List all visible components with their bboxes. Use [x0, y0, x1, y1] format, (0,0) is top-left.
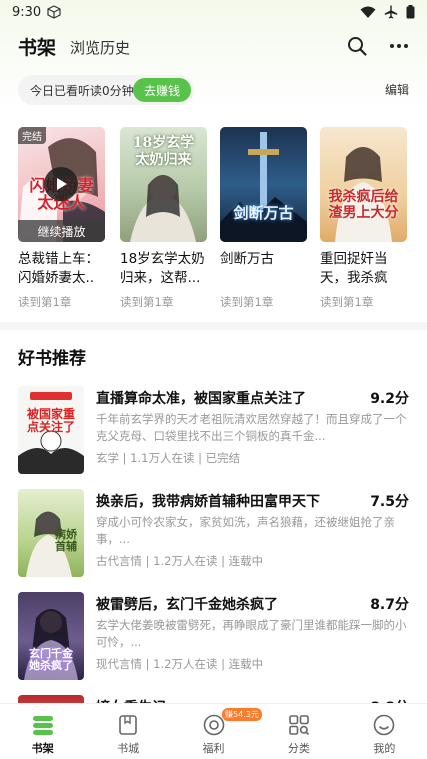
recommendation-item[interactable]: 病娇首辅 换亲后，我带病娇首辅种田富甲天下 7.5分 穿成小可怜农家女，家贫如洗… — [0, 489, 427, 579]
book-title: 剑断万古 — [220, 251, 274, 267]
shelf-book[interactable]: 闪婚娇妻太迷人 完结 继续播放 总裁错上车：闪婚娇妻太.. 读到第1章 — [18, 127, 105, 310]
book-cover[interactable]: 18岁玄学太奶归来 — [120, 127, 207, 242]
recommendation-item[interactable]: 玄门千金她杀疯了 被雷劈后，玄门千金她杀疯了 8.7分 玄学大佬姜晚被雷劈死，再… — [0, 592, 427, 682]
nav-item-category[interactable]: 分类 — [256, 704, 341, 759]
cover-title-art: 我杀疯后给渣男上大分 — [328, 189, 399, 221]
bookshelf-icon — [32, 716, 53, 735]
nav-label: 分类 — [287, 742, 310, 755]
book-description: 玄学大佬姜晚被雷劈死，再睁眼成了豪门里谁都能踩一脚的小可怜，... — [96, 618, 407, 649]
book-progress: 读到第1章 — [120, 295, 174, 309]
tab-browse-history[interactable]: 浏览历史 — [70, 37, 130, 58]
nav-label: 我的 — [373, 742, 396, 755]
book-cover[interactable]: 我杀疯后给渣男上大分 — [320, 127, 407, 242]
continue-playing-bar[interactable]: 继续播放 — [18, 220, 105, 242]
reading-time-text: 今日已看听读0分钟 — [30, 83, 134, 98]
search-icon[interactable] — [347, 36, 367, 56]
book-score: 7.5分 — [370, 494, 409, 510]
status-bar: 9:30 — [0, 0, 427, 24]
shelf-book[interactable]: 我杀疯后给渣男上大分 重回捉奸当天，我杀疯后... 读到第1章 — [320, 127, 407, 310]
bookshelf-row: 闪婚娇妻太迷人 完结 继续播放 总裁错上车：闪婚娇妻太.. 读到第1章 18岁玄… — [0, 127, 427, 317]
book-progress: 读到第1章 — [320, 295, 374, 309]
airplane-icon — [384, 5, 398, 19]
package-icon — [47, 5, 61, 19]
nav-item-welfare[interactable]: 赚54.3元 福利 — [171, 704, 262, 759]
header: 书架 浏览历史 — [0, 28, 427, 64]
book-cover[interactable]: 被国家重点关注了 — [18, 386, 84, 474]
book-title: 被雷劈后，玄门千金她杀疯了 — [96, 597, 278, 613]
book-score: 8.7分 — [370, 597, 409, 613]
book-cover[interactable]: 剑断万古 — [220, 127, 307, 242]
battery-icon — [406, 5, 415, 19]
more-icon[interactable] — [389, 43, 409, 49]
earn-money-button[interactable]: 去赚钱 — [133, 78, 191, 102]
nav-item-profile[interactable]: 我的 — [342, 704, 427, 759]
tab-bookshelf[interactable]: 书架 — [18, 33, 56, 60]
book-icon — [119, 715, 137, 735]
book-title: 重回捉奸当天，我杀疯后... — [320, 251, 388, 286]
book-meta: 现代言情 | 1.2万人在读 | 连载中 — [96, 657, 264, 671]
book-meta: 玄学 | 1.1万人在读 | 已完结 — [96, 451, 241, 465]
nav-item-bookshelf[interactable]: 书架 — [0, 704, 85, 759]
book-cover[interactable]: 病娇首辅 — [18, 489, 84, 577]
book-meta: 古代言情 | 1.2万人在读 | 连载中 — [96, 554, 264, 568]
book-title: 总裁错上车：闪婚娇妻太.. — [18, 251, 99, 286]
nav-item-bookstore[interactable]: 书城 — [85, 704, 170, 759]
book-description: 千年前玄学界的天才老祖阮清欢居然穿越了！而且穿成了一个克父克母、口袋里找不出三个… — [96, 412, 407, 443]
cover-art — [335, 147, 392, 242]
cover-title-art: 剑断万古 — [233, 204, 294, 222]
book-cover[interactable]: 闪婚娇妻太迷人 完结 继续播放 — [18, 127, 105, 242]
book-progress: 读到第1章 — [220, 295, 274, 309]
cover-title-art: 被国家重点关注了 — [26, 407, 75, 434]
book-title: 直播算命太准，被国家重点关注了 — [96, 391, 306, 407]
shelf-book[interactable]: 18岁玄学太奶归来 18岁玄学太奶归来，这帮... 读到第1章 — [120, 127, 207, 310]
reading-time-pill: 今日已看听读0分钟 去赚钱 — [18, 75, 194, 105]
book-cover[interactable]: 玄门千金她杀疯了 — [18, 592, 84, 680]
finished-tag: 完结 — [18, 127, 46, 144]
nav-label: 书架 — [31, 742, 54, 755]
book-progress: 读到第1章 — [18, 295, 72, 309]
wifi-icon — [360, 6, 376, 18]
shelf-book[interactable]: 剑断万古 剑断万古 读到第1章 — [220, 127, 307, 310]
book-score: 9.2分 — [370, 391, 409, 407]
nav-label: 福利 — [202, 742, 225, 755]
play-button[interactable] — [44, 167, 78, 201]
book-title: 换亲后，我带病娇首辅种田富甲天下 — [96, 494, 320, 510]
cover-title-art: 18岁玄学太奶归来 — [132, 135, 195, 168]
profile-icon — [374, 714, 395, 736]
recommendation-item[interactable]: 被国家重点关注了 直播算命太准，被国家重点关注了 9.2分 千年前玄学界的天才老… — [0, 386, 427, 476]
section-title: 好书推荐 — [18, 349, 86, 369]
cover-title-art: 病娇首辅 — [55, 528, 77, 553]
play-icon — [57, 178, 67, 190]
nav-label: 书城 — [117, 742, 140, 755]
category-icon — [289, 715, 309, 736]
bottom-nav: 书架 书城 赚54.3元 福利 分类 我的 — [0, 703, 427, 759]
book-description: 穿成小可怜农家女，家贫如洗，声名狼藉，还被继姐抢了亲事，... — [96, 515, 395, 546]
edit-button[interactable]: 编辑 — [385, 81, 409, 98]
section-divider — [0, 322, 427, 330]
status-time: 9:30 — [12, 4, 42, 20]
cover-art — [220, 132, 307, 242]
cover-title-art: 玄门千金她杀疯了 — [29, 647, 73, 672]
book-title: 18岁玄学太奶归来，这帮... — [120, 251, 205, 286]
